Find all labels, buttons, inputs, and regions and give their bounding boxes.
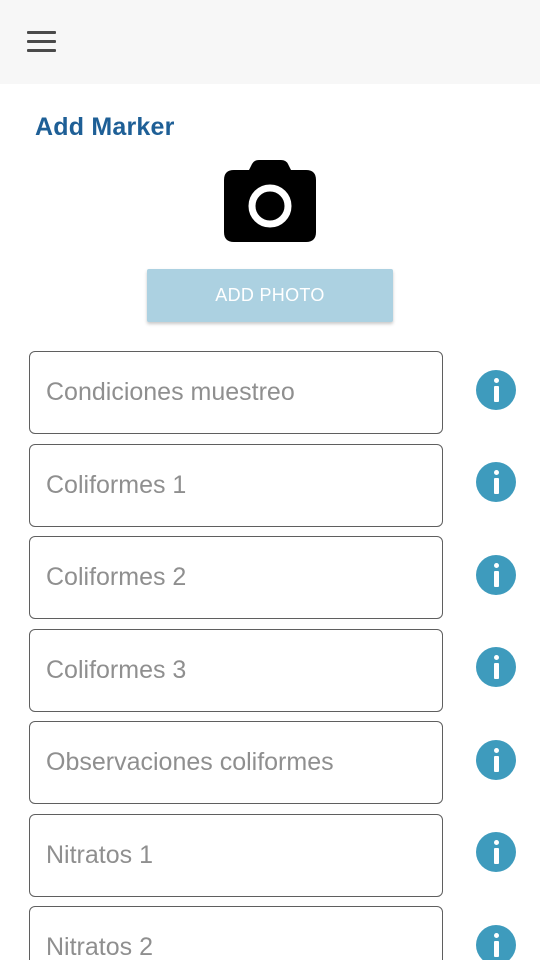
app-header xyxy=(0,0,540,84)
camera-icon[interactable] xyxy=(224,160,316,242)
coliformes-3-input[interactable] xyxy=(29,629,443,712)
marker-form xyxy=(0,0,540,960)
observaciones-coliformes-input[interactable] xyxy=(29,721,443,804)
add-photo-button[interactable]: ADD PHOTO xyxy=(147,269,393,322)
field-row-coliformes-3 xyxy=(0,629,540,713)
info-icon[interactable] xyxy=(476,740,516,780)
coliformes-1-input[interactable] xyxy=(29,444,443,527)
coliformes-2-input[interactable] xyxy=(29,536,443,619)
hamburger-menu-icon[interactable] xyxy=(27,31,57,53)
field-row-condiciones-muestreo xyxy=(0,351,540,435)
nitratos-2-input[interactable] xyxy=(29,906,443,960)
info-icon[interactable] xyxy=(476,832,516,872)
field-row-coliformes-2 xyxy=(0,536,540,620)
field-row-nitratos-1 xyxy=(0,814,540,898)
info-icon[interactable] xyxy=(476,462,516,502)
field-row-observaciones-coliformes xyxy=(0,721,540,805)
field-row-nitratos-2 xyxy=(0,906,540,960)
page-title: Add Marker xyxy=(35,113,175,141)
field-row-coliformes-1 xyxy=(0,444,540,528)
info-icon[interactable] xyxy=(476,925,516,960)
condiciones-muestreo-input[interactable] xyxy=(29,351,443,434)
info-icon[interactable] xyxy=(476,370,516,410)
info-icon[interactable] xyxy=(476,647,516,687)
nitratos-1-input[interactable] xyxy=(29,814,443,897)
info-icon[interactable] xyxy=(476,555,516,595)
